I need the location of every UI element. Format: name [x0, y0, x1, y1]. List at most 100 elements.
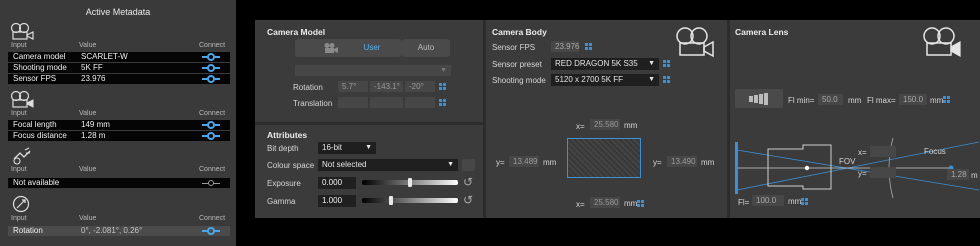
chevron-down-icon: ▼: [648, 76, 655, 83]
connect-toggle[interactable]: [202, 63, 220, 73]
colour-space-extra-button[interactable]: [462, 159, 475, 171]
x-label: x=: [858, 148, 867, 157]
row-value: 149 mm: [81, 120, 110, 129]
connect-toggle[interactable]: [202, 226, 220, 236]
translation-x-field[interactable]: [338, 97, 368, 108]
sensor-fps-label: Sensor FPS: [492, 43, 536, 52]
metadata-row: Camera model SCARLET-W: [8, 52, 230, 62]
chevron-down-icon: ▼: [648, 60, 655, 67]
col-input: Input: [11, 215, 27, 222]
focus-field[interactable]: 1.28: [947, 169, 969, 180]
row-value: 23.976: [81, 74, 106, 83]
divider: [255, 122, 483, 125]
sensor-preset-label: Sensor preset: [492, 60, 542, 69]
link-grid-icon[interactable]: [439, 83, 448, 91]
col-connect: Connect: [199, 110, 226, 117]
divider: [483, 20, 486, 218]
gamma-slider[interactable]: [362, 198, 458, 203]
link-grid-icon[interactable]: [801, 198, 810, 206]
fov-x-field[interactable]: [870, 146, 896, 157]
link-grid-icon[interactable]: [585, 43, 594, 51]
metadata-row: Focus distance 1.28 m: [8, 131, 230, 141]
sensor-width-top-field[interactable]: 25.580: [590, 119, 620, 130]
sensor-width-bottom-field[interactable]: 25.580: [590, 197, 620, 208]
focus-label: Focus: [924, 147, 946, 156]
row-key: Focal length: [13, 120, 57, 129]
chevron-down-icon: ▼: [447, 161, 454, 168]
col-input: Input: [11, 110, 27, 117]
link-grid-icon[interactable]: [637, 200, 646, 208]
rotation-y-field[interactable]: -143.1°: [370, 81, 403, 92]
row-key: Sensor FPS: [13, 74, 57, 83]
shooting-mode-label: Shooting mode: [492, 76, 546, 85]
divider: [727, 20, 730, 218]
sensor-frame: [567, 138, 641, 178]
exposure-field[interactable]: 0.000: [318, 177, 356, 189]
link-grid-icon[interactable]: [663, 76, 672, 84]
unit-label: mm: [624, 121, 638, 130]
fl-field[interactable]: 100.0: [752, 195, 784, 206]
row-value: 5K FF: [81, 63, 103, 72]
shooting-mode-select[interactable]: 5120 x 2700 5K FF ▼: [551, 74, 659, 86]
lens-button[interactable]: [735, 89, 783, 108]
col-value: Value: [79, 166, 97, 173]
colour-space-select[interactable]: Not selected ▼: [318, 159, 458, 171]
bit-depth-value: 16-bit: [322, 143, 343, 152]
metadata-row: Focal length 149 mm: [8, 120, 230, 130]
auto-button[interactable]: Auto: [402, 39, 450, 57]
camera-icon: [10, 22, 36, 42]
rotation-label: Rotation: [293, 83, 323, 92]
rotation-z-field[interactable]: -20°: [405, 81, 435, 92]
col-value: Value: [79, 42, 97, 49]
shooting-mode-value: 5120 x 2700 5K FF: [555, 75, 624, 84]
link-grid-icon[interactable]: [439, 99, 448, 107]
row-key: Not available: [13, 178, 60, 187]
gamma-slider-thumb[interactable]: [389, 196, 393, 205]
camera-model-select[interactable]: ▼: [295, 65, 451, 76]
sensor-height-right-field[interactable]: 13.490: [667, 156, 697, 167]
active-metadata-panel: Active Metadata Input Value Connect Came…: [0, 0, 236, 246]
bit-depth-select[interactable]: 16-bit ▼: [318, 142, 376, 154]
connect-toggle[interactable]: [202, 74, 220, 84]
fl-min-label: Fl min=: [788, 96, 815, 105]
row-key: Focus distance: [13, 131, 67, 140]
user-button[interactable]: User: [342, 39, 402, 57]
sensor-preset-select[interactable]: RED DRAGON 5K S35 ▼: [551, 58, 659, 70]
sensor-fps-field[interactable]: 23.976: [551, 41, 579, 52]
translation-z-field[interactable]: [405, 97, 435, 108]
link-grid-icon[interactable]: [663, 60, 672, 68]
lens-icon: [10, 90, 36, 110]
colour-space-label: Colour space: [267, 161, 315, 170]
fl-max-field[interactable]: 150.0: [899, 94, 927, 105]
metadata-row: Not available: [8, 178, 230, 188]
rotation-x-field[interactable]: 5.7°: [338, 81, 368, 92]
attributes-title: Attributes: [267, 130, 308, 140]
row-key: Shooting mode: [13, 63, 67, 72]
row-key: Camera model: [13, 52, 66, 61]
connect-toggle[interactable]: [202, 131, 220, 141]
y-label: y=: [653, 158, 662, 167]
row-value: SCARLET-W: [81, 52, 128, 61]
camera-body-icon: [675, 26, 717, 60]
y-label: y=: [858, 169, 867, 178]
translation-label: Translation: [293, 99, 333, 108]
unit-label: mm: [930, 96, 944, 105]
connect-toggle[interactable]: [202, 120, 220, 130]
x-label: x=: [576, 122, 585, 131]
translation-y-field[interactable]: [370, 97, 403, 108]
connect-toggle[interactable]: [202, 52, 220, 62]
fov-y-field[interactable]: [870, 167, 896, 178]
col-connect: Connect: [199, 215, 226, 222]
reset-icon[interactable]: ↺: [463, 193, 473, 207]
sensor-height-left-field[interactable]: 13.489: [509, 156, 539, 167]
unit-label: mm: [701, 158, 715, 167]
fl-max-label: Fl max=: [867, 96, 896, 105]
connect-toggle[interactable]: [202, 178, 220, 188]
fl-min-field[interactable]: 50.0: [818, 94, 843, 105]
camera-lens-title: Camera Lens: [735, 27, 789, 37]
gamma-field[interactable]: 1.000: [318, 195, 356, 207]
col-input: Input: [11, 42, 27, 49]
exposure-slider-thumb[interactable]: [408, 178, 412, 187]
link-grid-icon[interactable]: [943, 96, 952, 104]
reset-icon[interactable]: ↺: [463, 175, 473, 189]
